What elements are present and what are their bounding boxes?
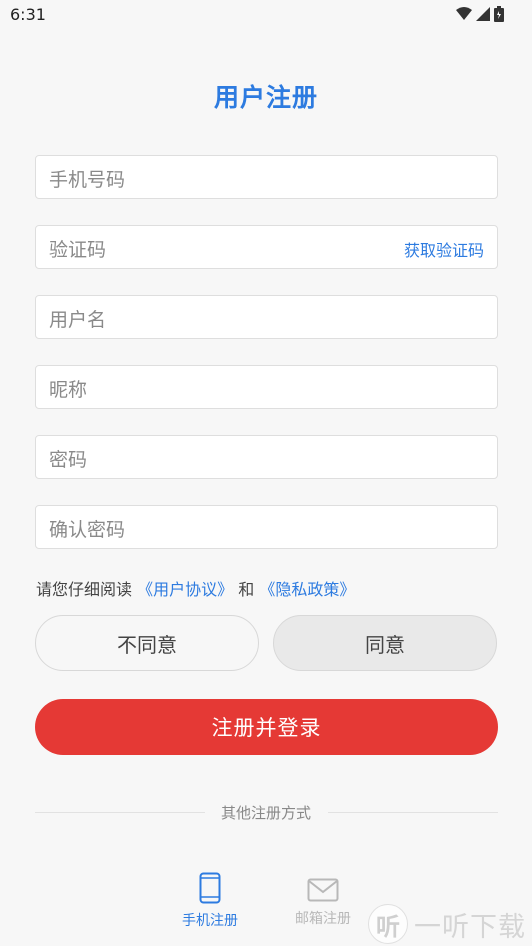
phone-placeholder: 手机号码 bbox=[49, 169, 126, 191]
phone-icon bbox=[199, 872, 221, 904]
watermark-logo: 听 bbox=[368, 904, 408, 944]
watermark-text: 一听下载 bbox=[414, 911, 526, 943]
agreement-text: 请您仔细阅读 《用户协议》 和 《隐私政策》 bbox=[36, 576, 355, 600]
status-icons bbox=[456, 6, 504, 22]
tab-phone-label: 手机注册 bbox=[182, 913, 238, 929]
get-code-button[interactable]: 获取验证码 bbox=[404, 237, 484, 261]
page-title: 用户注册 bbox=[213, 83, 318, 112]
password-field[interactable]: 密码 bbox=[35, 435, 498, 479]
register-and-login-button[interactable]: 注册并登录 bbox=[35, 699, 498, 755]
battery-icon bbox=[494, 6, 504, 22]
agree-button[interactable]: 同意 bbox=[273, 615, 497, 671]
agreement-and: 和 bbox=[238, 580, 255, 599]
user-agreement-link[interactable]: 《用户协议》 bbox=[137, 580, 233, 599]
phone-field[interactable]: 手机号码 bbox=[35, 155, 498, 199]
confirm-password-field[interactable]: 确认密码 bbox=[35, 505, 498, 549]
username-field[interactable]: 用户名 bbox=[35, 295, 498, 339]
username-placeholder: 用户名 bbox=[49, 309, 107, 331]
status-time: 6:31 bbox=[10, 5, 46, 24]
nickname-placeholder: 昵称 bbox=[49, 379, 88, 401]
agreement-prefix: 请您仔细阅读 bbox=[36, 580, 133, 599]
password-placeholder: 密码 bbox=[49, 449, 88, 471]
status-bar: 6:31 bbox=[0, 0, 532, 30]
confirm-password-placeholder: 确认密码 bbox=[49, 519, 126, 541]
verification-code-placeholder: 验证码 bbox=[49, 239, 107, 261]
signal-icon bbox=[476, 7, 490, 21]
tab-email-register[interactable]: 邮箱注册 bbox=[283, 872, 363, 928]
tab-phone-register[interactable]: 手机注册 bbox=[170, 872, 250, 930]
mail-icon bbox=[307, 878, 339, 902]
privacy-policy-link[interactable]: 《隐私政策》 bbox=[259, 580, 355, 599]
divider-right bbox=[328, 812, 498, 813]
nickname-field[interactable]: 昵称 bbox=[35, 365, 498, 409]
watermark: 听 一听下载 bbox=[368, 902, 532, 946]
disagree-button[interactable]: 不同意 bbox=[35, 615, 259, 671]
tab-email-label: 邮箱注册 bbox=[295, 911, 351, 927]
verification-code-field[interactable]: 验证码 获取验证码 bbox=[35, 225, 498, 269]
wifi-icon bbox=[456, 7, 472, 20]
